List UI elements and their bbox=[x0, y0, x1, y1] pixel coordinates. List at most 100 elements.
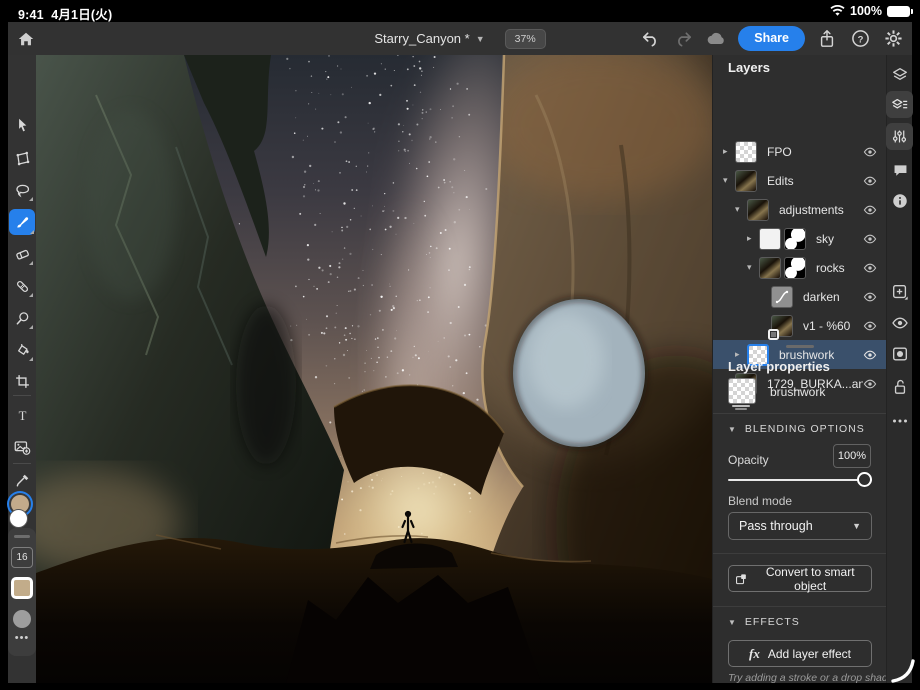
corner-gesture-arc bbox=[890, 658, 916, 684]
canvas-image bbox=[36, 55, 712, 683]
visibility-eye-icon[interactable] bbox=[863, 233, 877, 245]
blend-mode-select[interactable]: Pass through ▼ bbox=[728, 512, 872, 540]
smart-object-icon bbox=[735, 572, 747, 586]
selected-layer-name: brushwork bbox=[770, 385, 825, 399]
layer-mask-thumbnail bbox=[784, 257, 806, 279]
brush-opacity-control[interactable] bbox=[13, 610, 31, 628]
background-color-swatch[interactable] bbox=[9, 509, 28, 528]
adjustments-panel-icon[interactable] bbox=[886, 123, 913, 150]
divider bbox=[713, 606, 887, 607]
disclosure-down-icon[interactable]: ▾ bbox=[735, 204, 747, 215]
layer-row-v1[interactable]: v1 - %60 bbox=[713, 311, 887, 340]
arch-opening-right bbox=[513, 299, 645, 447]
layer-row-sky[interactable]: ▸ sky bbox=[713, 224, 887, 253]
add-layer-button[interactable] bbox=[888, 280, 912, 304]
more-options-icon[interactable]: ••• bbox=[8, 632, 36, 644]
transform-tool[interactable] bbox=[10, 146, 34, 170]
eyedropper-tool[interactable] bbox=[10, 468, 34, 492]
layer-row-rocks[interactable]: ▾ rocks bbox=[713, 253, 887, 282]
document-title[interactable]: Starry_Canyon * bbox=[374, 31, 469, 46]
brush-tool[interactable] bbox=[9, 209, 35, 235]
home-icon bbox=[17, 30, 35, 48]
svg-text:T: T bbox=[18, 408, 26, 422]
help-button[interactable]: ? bbox=[849, 28, 871, 50]
slider-track[interactable] bbox=[728, 479, 872, 481]
healing-tool[interactable] bbox=[10, 274, 34, 298]
opacity-slider[interactable] bbox=[728, 472, 872, 488]
add-layer-effect-button[interactable]: fx Add layer effect bbox=[728, 640, 872, 667]
visibility-eye-icon[interactable] bbox=[863, 320, 877, 332]
panel-resize-handle[interactable] bbox=[786, 345, 814, 348]
lock-layer-button[interactable] bbox=[888, 375, 912, 399]
brush-size-field[interactable]: 16 bbox=[11, 547, 33, 568]
visibility-eye-icon[interactable] bbox=[863, 204, 877, 216]
comments-panel-icon[interactable] bbox=[888, 158, 912, 182]
export-button[interactable] bbox=[816, 28, 838, 50]
panel-rail bbox=[886, 55, 912, 683]
status-time-date: 9:41 4月1日(火) bbox=[18, 4, 112, 23]
share-button[interactable]: Share bbox=[738, 26, 805, 51]
convert-to-smart-object-button[interactable]: Convert to smart object bbox=[728, 565, 872, 592]
visibility-eye-icon[interactable] bbox=[863, 262, 877, 274]
undo-button[interactable] bbox=[639, 28, 661, 50]
retouch-tool[interactable] bbox=[10, 306, 34, 330]
canvas[interactable] bbox=[36, 55, 712, 683]
layer-thumbnail bbox=[747, 199, 769, 221]
blend-mode-label: Blend mode bbox=[728, 494, 792, 508]
layer-row-edits[interactable]: ▾ Edits bbox=[713, 166, 887, 195]
visibility-eye-icon[interactable] bbox=[863, 291, 877, 303]
chevron-down-icon: ▼ bbox=[728, 425, 737, 434]
wifi-icon bbox=[830, 5, 845, 17]
fx-icon: fx bbox=[749, 646, 760, 662]
selected-layer-thumbnail bbox=[728, 378, 756, 404]
smart-object-badge-icon bbox=[768, 329, 779, 340]
crop-tool[interactable] bbox=[10, 369, 34, 393]
layer-visibility-button[interactable] bbox=[888, 311, 912, 335]
lasso-select-tool[interactable] bbox=[10, 178, 34, 202]
battery-percent: 100% bbox=[850, 4, 882, 18]
disclosure-down-icon[interactable]: ▾ bbox=[747, 262, 759, 273]
opacity-value-field[interactable]: 100% bbox=[833, 444, 871, 468]
layer-mask-thumbnail bbox=[784, 228, 806, 250]
add-mask-button[interactable] bbox=[888, 342, 912, 366]
blend-mode-value: Pass through bbox=[739, 519, 813, 533]
visibility-eye-icon[interactable] bbox=[863, 175, 877, 187]
battery-icon bbox=[887, 6, 910, 17]
visibility-eye-icon[interactable] bbox=[863, 146, 877, 158]
brush-color-swatch[interactable] bbox=[11, 577, 33, 599]
cloud-sync-icon[interactable] bbox=[705, 28, 727, 50]
zoom-level-badge[interactable]: 37% bbox=[505, 29, 546, 49]
status-date: 4月1日(火) bbox=[51, 8, 112, 22]
disclosure-down-icon[interactable]: ▾ bbox=[723, 175, 735, 186]
redo-button[interactable] bbox=[672, 28, 694, 50]
status-indicators: 100% bbox=[830, 4, 910, 18]
eraser-tool[interactable] bbox=[10, 242, 34, 266]
fill-tool[interactable] bbox=[10, 338, 34, 362]
curves-adjustment-icon bbox=[771, 286, 793, 308]
type-tool[interactable]: T bbox=[10, 403, 34, 427]
divider bbox=[713, 553, 887, 554]
move-tool[interactable] bbox=[10, 113, 34, 137]
layers-panel-title: Layers bbox=[728, 60, 770, 75]
disclosure-right-icon[interactable]: ▸ bbox=[747, 233, 759, 244]
layer-row-adjustments[interactable]: ▾ adjustments bbox=[713, 195, 887, 224]
place-image-tool[interactable] bbox=[10, 435, 34, 459]
settings-gear-icon[interactable] bbox=[882, 28, 904, 50]
ipad-status-bar: 9:41 4月1日(火) 100% bbox=[0, 0, 920, 22]
layer-properties-panel-icon[interactable] bbox=[886, 91, 913, 118]
layer-properties-title: Layer properties bbox=[728, 359, 830, 374]
slider-thumb[interactable] bbox=[857, 472, 872, 487]
chevron-down-icon[interactable]: ▼ bbox=[476, 34, 485, 44]
info-panel-icon[interactable] bbox=[888, 189, 912, 213]
layer-row-fpo[interactable]: ▸ FPO bbox=[713, 137, 887, 166]
layer-row-darken[interactable]: darken bbox=[713, 282, 887, 311]
disclosure-right-icon[interactable]: ▸ bbox=[723, 146, 735, 157]
panel-drag-handle[interactable] bbox=[14, 535, 30, 538]
layers-panel-icon[interactable] bbox=[888, 63, 912, 87]
home-button[interactable] bbox=[14, 27, 38, 51]
effects-header[interactable]: ▼ EFFECTS bbox=[728, 616, 800, 628]
more-options-icon[interactable] bbox=[888, 409, 912, 433]
visibility-eye-icon[interactable] bbox=[863, 349, 877, 361]
visibility-eye-icon[interactable] bbox=[863, 378, 877, 390]
blending-options-header[interactable]: ▼ BLENDING OPTIONS bbox=[728, 423, 865, 435]
